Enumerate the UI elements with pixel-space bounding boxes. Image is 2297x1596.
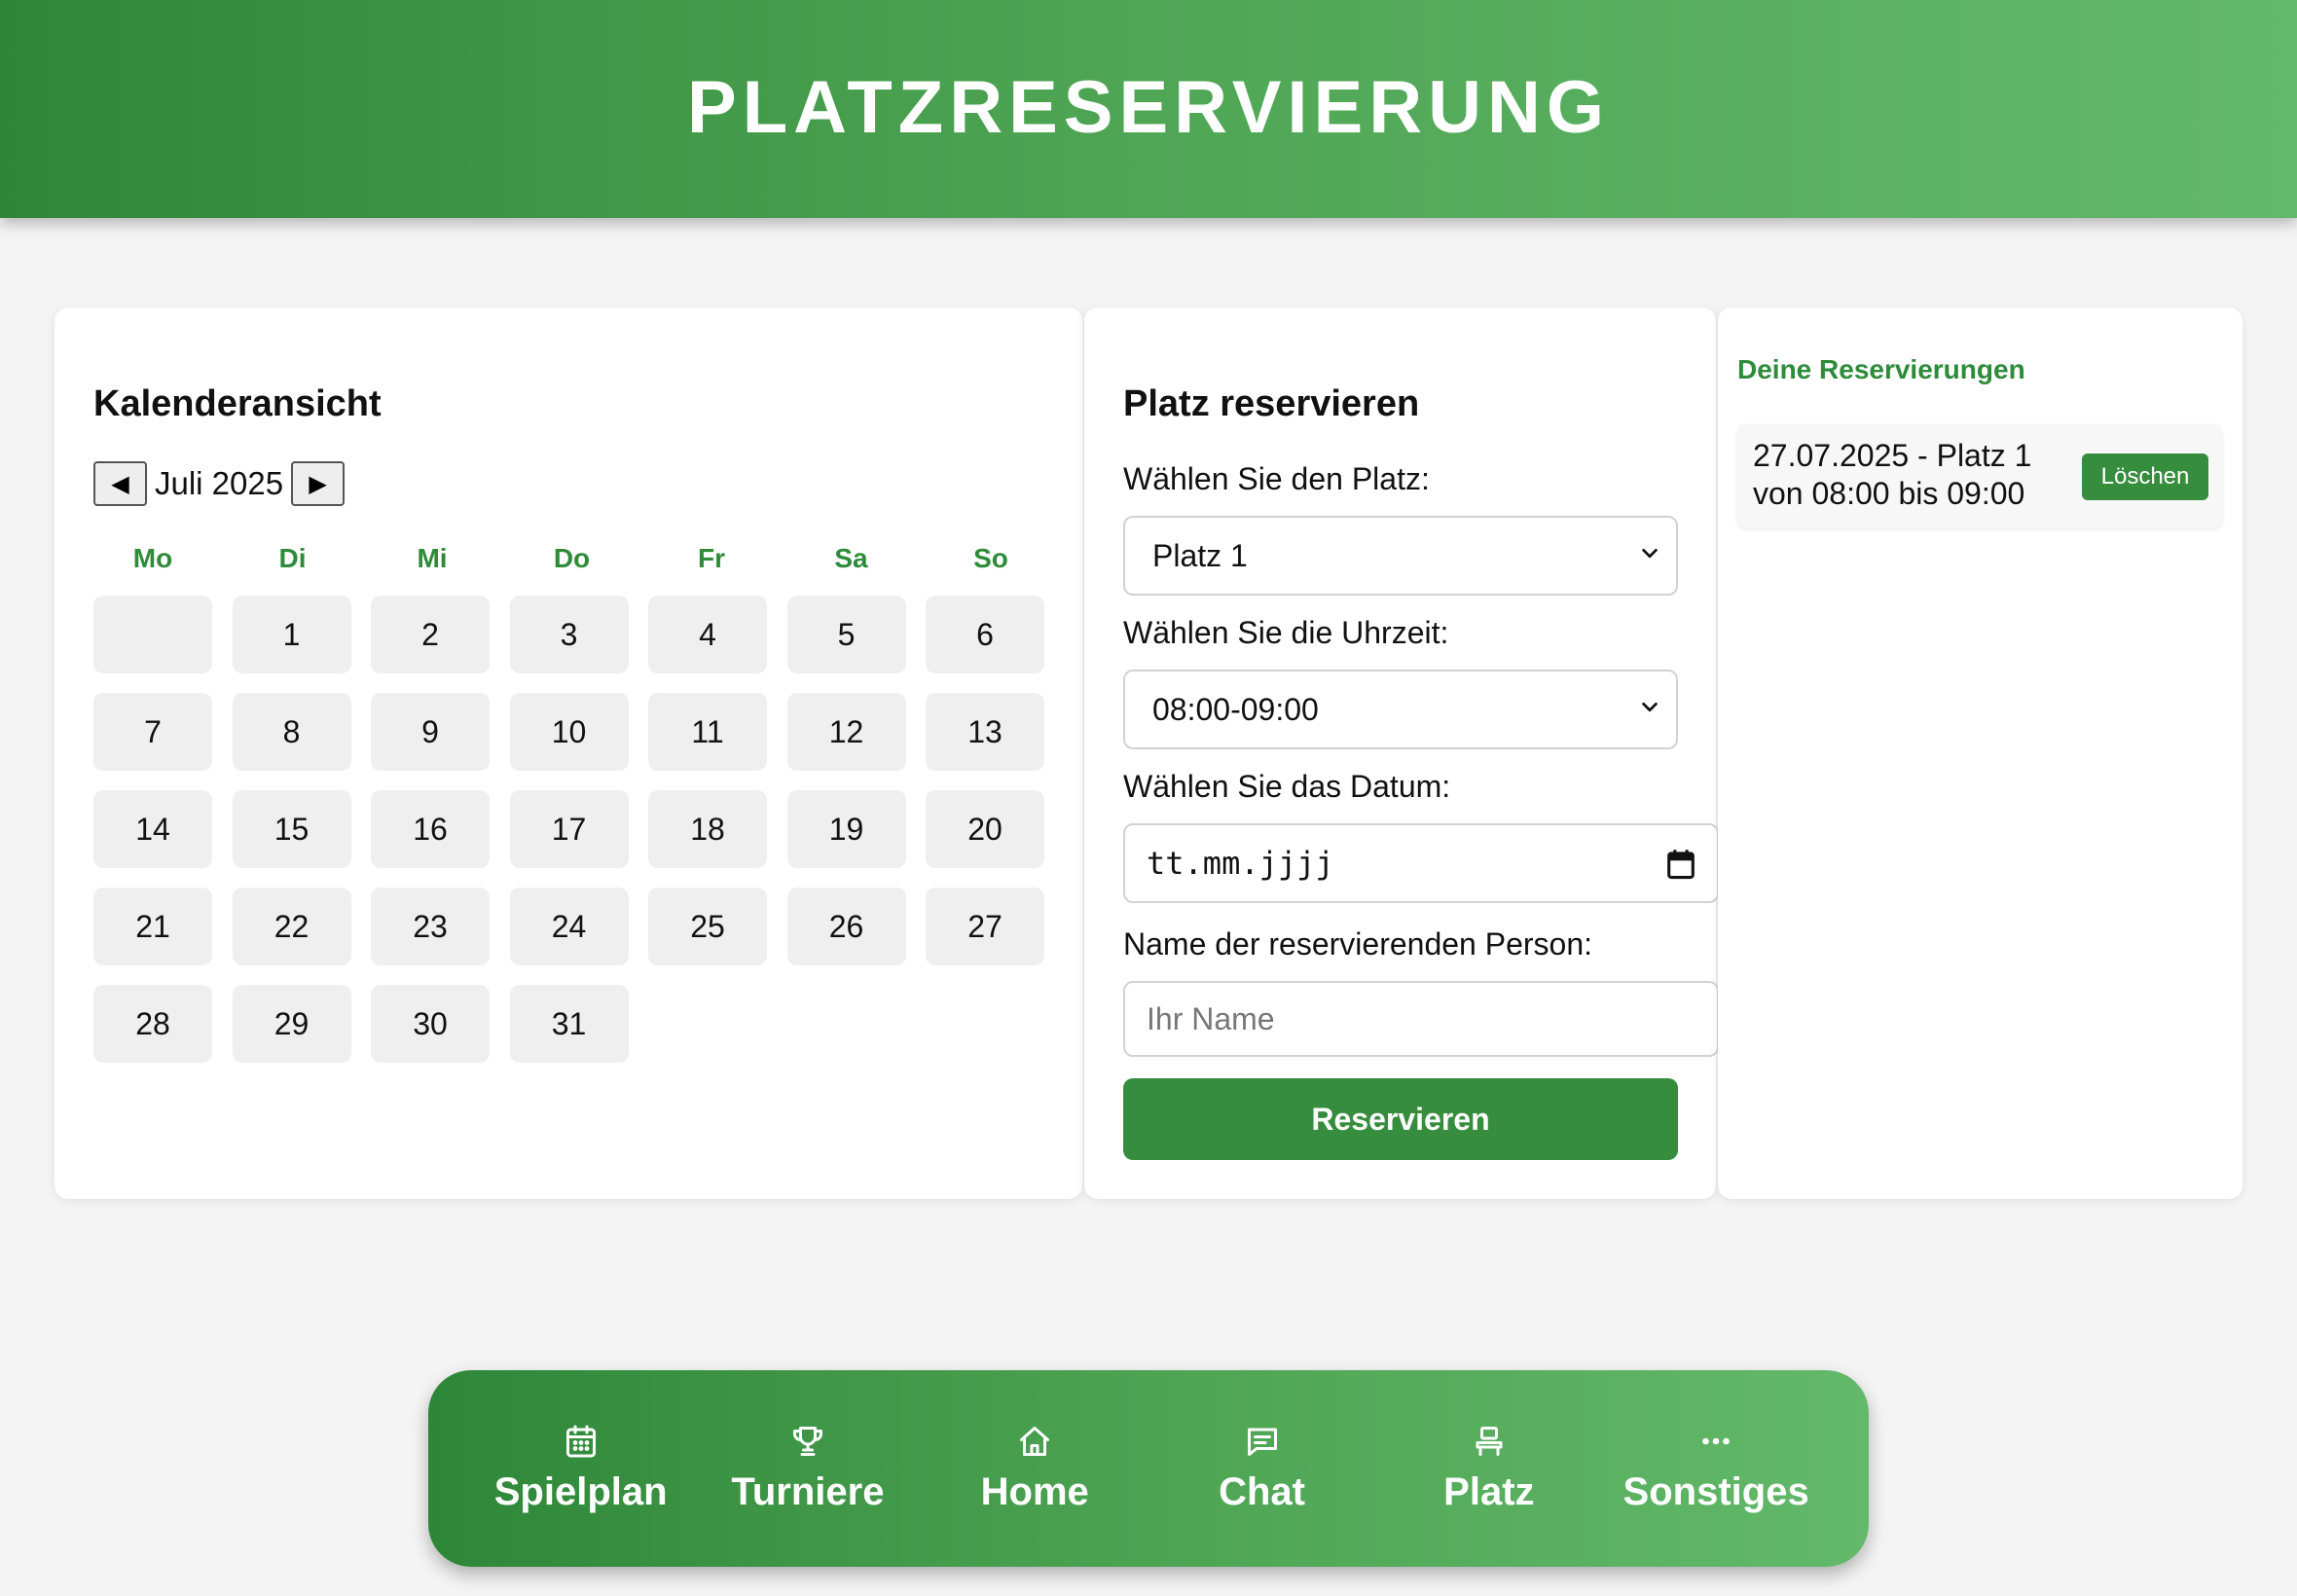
calendar-day[interactable]: 3 — [509, 596, 629, 673]
nav-item-spielplan[interactable]: Spielplan — [467, 1400, 694, 1537]
name-input-placeholder: Ihr Name — [1147, 1000, 1275, 1036]
weekday-label: Sa — [834, 543, 868, 573]
nav-item-home[interactable]: Home — [922, 1400, 1148, 1537]
nav-label: Chat — [1219, 1469, 1305, 1513]
date-label: Wählen Sie das Datum: — [1123, 769, 1451, 804]
calendar-day[interactable]: 25 — [648, 888, 767, 965]
bottom-navigation: Spielplan Turniere Home Chat Platz Sonst… — [428, 1370, 1869, 1567]
calendar-day[interactable]: 29 — [232, 985, 351, 1063]
nav-item-turniere[interactable]: Turniere — [694, 1400, 921, 1537]
calendar-day[interactable]: 22 — [232, 888, 351, 965]
date-input-placeholder: tt.mm.jjjj — [1147, 845, 1334, 882]
reservations-title: Deine Reservierungen — [1737, 354, 2025, 384]
name-input[interactable]: Ihr Name — [1123, 981, 1719, 1057]
reservation-form-card: Platz reservieren Wählen Sie den Platz: … — [1084, 308, 1719, 1199]
calendar-day[interactable]: 31 — [509, 985, 629, 1063]
calendar-day[interactable]: 6 — [926, 596, 1044, 673]
form-title: Platz reservieren — [1123, 383, 1420, 424]
time-label: Wählen Sie die Uhrzeit: — [1123, 615, 1449, 650]
calendar-day[interactable]: 9 — [371, 693, 490, 771]
reserve-button[interactable]: Reservieren — [1123, 1078, 1678, 1160]
reservation-time: von 08:00 bis 09:00 — [1753, 476, 2025, 511]
calendar-day[interactable]: 28 — [93, 985, 212, 1063]
calendar-day[interactable]: 17 — [509, 790, 629, 868]
calendar-day[interactable]: 26 — [786, 888, 906, 965]
app-header: PLATZRESERVIERUNG — [0, 0, 2297, 218]
time-select[interactable]: 08:00-09:00 — [1123, 670, 1678, 749]
calendar-day[interactable]: 15 — [232, 790, 351, 868]
month-navigation: ◀ Juli 2025 ▶ — [93, 461, 346, 506]
calendar-day[interactable]: 4 — [648, 596, 767, 673]
home-icon — [1020, 1426, 1050, 1456]
calendar-day[interactable]: 20 — [926, 790, 1044, 868]
nav-label: Home — [980, 1469, 1089, 1513]
calendar-day[interactable]: 5 — [786, 596, 906, 673]
time-select-value: 08:00-09:00 — [1152, 691, 1319, 727]
reservation-item: 27.07.2025 - Platz 1 von 08:00 bis 09:00… — [1737, 424, 2222, 527]
calendar-day[interactable]: 16 — [371, 790, 490, 868]
chevron-down-icon — [1642, 548, 1658, 559]
court-select-value: Platz 1 — [1152, 537, 1248, 573]
calendar-day[interactable]: 30 — [371, 985, 490, 1063]
calendar-grid: 1 2 3 4 5 6 7 8 9 10 11 12 13 14 15 16 17 18 19 20 21 22 23 24 2… — [93, 596, 1057, 1063]
calendar-day[interactable]: 12 — [786, 693, 906, 771]
more-icon — [1702, 1437, 1730, 1444]
weekday-label: Fr — [698, 543, 725, 573]
calendar-day[interactable]: 7 — [93, 693, 212, 771]
calendar-day[interactable]: 23 — [371, 888, 490, 965]
reservation-date-court: 27.07.2025 - Platz 1 — [1753, 438, 2032, 473]
calendar-day[interactable]: 1 — [232, 596, 351, 673]
weekday-header: Mo Di Mi Do Fr Sa So — [93, 543, 1047, 574]
nav-label: Sonstiges — [1622, 1469, 1809, 1513]
calendar-day[interactable]: 27 — [926, 888, 1044, 965]
calendar-icon — [565, 1425, 596, 1457]
calendar-picker-icon[interactable] — [1666, 849, 1695, 880]
calendar-day[interactable]: 8 — [232, 693, 351, 771]
name-label: Name der reservierenden Person: — [1123, 926, 1593, 961]
court-label: Wählen Sie den Platz: — [1123, 461, 1430, 496]
reservations-card: Deine Reservierungen 27.07.2025 - Platz … — [1718, 308, 2242, 1199]
court-icon — [1476, 1426, 1503, 1456]
nav-item-platz[interactable]: Platz — [1375, 1400, 1602, 1537]
calendar-day[interactable]: 14 — [93, 790, 212, 868]
calendar-title: Kalenderansicht — [93, 383, 382, 424]
weekday-label: Mi — [417, 543, 448, 573]
calendar-day[interactable]: 13 — [926, 693, 1044, 771]
chevron-down-icon — [1642, 702, 1658, 712]
prev-month-button[interactable]: ◀ — [93, 461, 147, 506]
next-month-button[interactable]: ▶ — [291, 461, 346, 506]
nav-label: Spielplan — [493, 1469, 668, 1513]
calendar-day[interactable]: 11 — [648, 693, 767, 771]
calendar-day[interactable]: 18 — [648, 790, 767, 868]
month-label: Juli 2025 — [155, 465, 284, 501]
weekday-label: Do — [553, 543, 591, 573]
calendar-empty-cell — [93, 596, 212, 673]
calendar-day[interactable]: 21 — [93, 888, 212, 965]
calendar-day[interactable]: 10 — [509, 693, 629, 771]
calendar-card: Kalenderansicht ◀ Juli 2025 ▶ Mo Di Mi Do Fr… — [55, 308, 1082, 1199]
nav-item-chat[interactable]: Chat — [1148, 1400, 1375, 1537]
weekday-label: Di — [278, 543, 307, 573]
calendar-day[interactable]: 19 — [786, 790, 906, 868]
calendar-day[interactable]: 24 — [509, 888, 629, 965]
nav-item-sonstiges[interactable]: Sonstiges — [1602, 1400, 1829, 1537]
page-title: PLATZRESERVIERUNG — [687, 66, 1610, 149]
date-input[interactable]: tt.mm.jjjj — [1123, 823, 1719, 903]
delete-reservation-button[interactable]: Löschen — [2082, 453, 2208, 500]
weekday-label: So — [973, 543, 1008, 573]
calendar-day[interactable]: 2 — [371, 596, 490, 673]
trophy-icon — [792, 1426, 822, 1456]
nav-label: Turniere — [731, 1469, 885, 1513]
nav-label: Platz — [1443, 1469, 1535, 1513]
weekday-label: Mo — [132, 543, 173, 573]
court-select[interactable]: Platz 1 — [1123, 516, 1678, 596]
chat-icon — [1247, 1428, 1277, 1456]
